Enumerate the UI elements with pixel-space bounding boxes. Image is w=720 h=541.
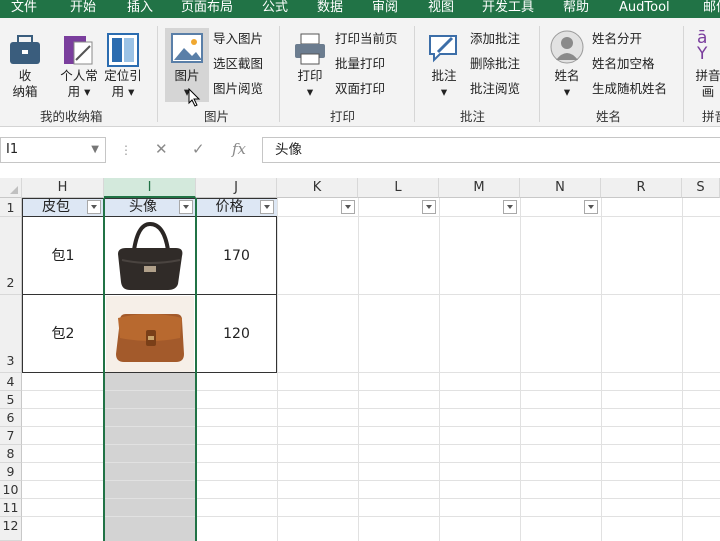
tab-data[interactable]: 数据: [317, 0, 343, 18]
row-header-7[interactable]: 7: [0, 427, 22, 445]
group-label-toolbox: 我的收纳箱: [40, 109, 103, 124]
picture-preview-button[interactable]: 图片阅览: [213, 81, 263, 97]
column-header-r[interactable]: R: [601, 178, 682, 198]
tab-formulas[interactable]: 公式: [262, 0, 288, 18]
tab-page-layout[interactable]: 页面布局: [181, 0, 233, 18]
selection-screenshot-button[interactable]: 选区截图: [213, 56, 263, 72]
tab-view[interactable]: 视图: [428, 0, 454, 18]
import-picture-button[interactable]: 导入图片: [213, 31, 263, 47]
filter-dropdown-n[interactable]: [584, 200, 598, 214]
worksheet-grid[interactable]: H I J K L M N R S 1 2 3 4 5 6 7 8 9 10 1…: [0, 178, 720, 541]
row-header-10[interactable]: 10: [0, 481, 22, 499]
name-box[interactable]: I1 ▼: [0, 137, 106, 163]
random-name-button[interactable]: 生成随机姓名: [592, 81, 667, 97]
column-header-h[interactable]: H: [22, 178, 104, 198]
tab-audtool[interactable]: AudTool: [619, 0, 670, 18]
column-header-j[interactable]: J: [196, 178, 277, 198]
tab-help[interactable]: 帮助: [563, 0, 589, 18]
tab-file[interactable]: 文件: [11, 0, 37, 18]
cell-h3[interactable]: 包2: [22, 295, 104, 373]
group-label-name: 姓名: [596, 109, 622, 124]
locate-reference-button[interactable]: 定位引 用 ▾: [100, 68, 146, 100]
group-label-pinyin: 拼音: [702, 109, 720, 124]
printer-icon: [295, 33, 325, 65]
row-header-9[interactable]: 9: [0, 463, 22, 481]
column-header-s[interactable]: S: [682, 178, 720, 198]
row-header-4[interactable]: 4: [0, 373, 22, 391]
ribbon-tab-bar: 文件 开始 插入 页面布局 公式 数据 审阅 视图 开发工具 帮助 AudToo…: [0, 0, 720, 18]
locate-reference-icon: [107, 33, 139, 67]
tab-review[interactable]: 审阅: [372, 0, 398, 18]
mouse-cursor-icon: [188, 88, 201, 107]
tab-developer[interactable]: 开发工具: [482, 0, 534, 18]
comment-icon: [429, 35, 457, 63]
formula-bar: I1 ▼ ⋮ ✕ ✓ fx 头像: [0, 127, 720, 175]
row-header-3[interactable]: 3: [0, 295, 22, 373]
formula-input[interactable]: 头像: [262, 137, 720, 163]
tab-insert[interactable]: 插入: [127, 0, 153, 18]
filter-dropdown-k[interactable]: [341, 200, 355, 214]
split-name-button[interactable]: 姓名分开: [592, 31, 642, 47]
insert-function-icon[interactable]: fx: [232, 140, 246, 158]
toolbox-icon: [10, 35, 40, 64]
filter-dropdown-i[interactable]: [179, 200, 193, 214]
group-label-comment: 批注: [460, 109, 486, 124]
brown-satchel-image[interactable]: [106, 296, 194, 372]
ribbon: 收 纳箱 个人常 用 ▾ 定位引 用 ▾ 我的收纳箱 图片 ▾ 导入图片 选区截…: [0, 18, 720, 127]
tab-home[interactable]: 开始: [70, 0, 96, 18]
name-button[interactable]: 姓名 ▾: [548, 68, 586, 100]
row-header-8[interactable]: 8: [0, 445, 22, 463]
cell-j3[interactable]: 120: [196, 295, 277, 373]
name-box-dropdown-icon[interactable]: ▼: [91, 138, 99, 162]
person-icon: [550, 30, 584, 64]
pinyin-icon: ā Y: [697, 28, 708, 64]
filter-dropdown-l[interactable]: [422, 200, 436, 214]
cancel-icon[interactable]: ✕: [155, 140, 168, 158]
add-comment-button[interactable]: 添加批注: [470, 31, 520, 47]
column-header-m[interactable]: M: [439, 178, 520, 198]
enter-icon[interactable]: ✓: [192, 140, 205, 158]
row-header-11[interactable]: 11: [0, 499, 22, 517]
tab-mail[interactable]: 邮件: [703, 0, 720, 18]
filter-dropdown-j[interactable]: [260, 200, 274, 214]
duplex-print-button[interactable]: 双面打印: [335, 81, 385, 97]
row-header-5[interactable]: 5: [0, 391, 22, 409]
filter-dropdown-m[interactable]: [503, 200, 517, 214]
pinyin-button[interactable]: 拼音 画: [692, 68, 720, 100]
vertical-dots-icon: ⋮: [120, 143, 132, 157]
print-current-page-button[interactable]: 打印当前页: [335, 31, 398, 47]
row-header-12[interactable]: 12: [0, 517, 22, 541]
toolbox-button[interactable]: 收 纳箱: [8, 68, 42, 100]
row-header-1[interactable]: 1: [0, 198, 22, 217]
filter-dropdown-h[interactable]: [87, 200, 101, 214]
cell-j2[interactable]: 170: [196, 217, 277, 295]
personal-favorites-icon: [64, 36, 93, 65]
comment-button[interactable]: 批注 ▾: [425, 68, 463, 100]
column-header-n[interactable]: N: [520, 178, 601, 198]
row-header-6[interactable]: 6: [0, 409, 22, 427]
name-add-space-button[interactable]: 姓名加空格: [592, 56, 655, 72]
black-handbag-image[interactable]: [112, 220, 188, 292]
batch-print-button[interactable]: 批量打印: [335, 56, 385, 72]
column-header-i[interactable]: I: [104, 178, 196, 198]
picture-icon: [171, 33, 203, 63]
group-label-picture: 图片: [204, 109, 230, 124]
comment-preview-button[interactable]: 批注阅览: [470, 81, 520, 97]
group-label-print: 打印: [330, 109, 356, 124]
column-header-l[interactable]: L: [358, 178, 439, 198]
row-header-2[interactable]: 2: [0, 217, 22, 295]
column-header-k[interactable]: K: [277, 178, 358, 198]
print-button[interactable]: 打印 ▾: [291, 68, 329, 100]
personal-favorites-button[interactable]: 个人常 用 ▾: [56, 68, 102, 100]
cell-h2[interactable]: 包1: [22, 217, 104, 295]
delete-comment-button[interactable]: 删除批注: [470, 56, 520, 72]
